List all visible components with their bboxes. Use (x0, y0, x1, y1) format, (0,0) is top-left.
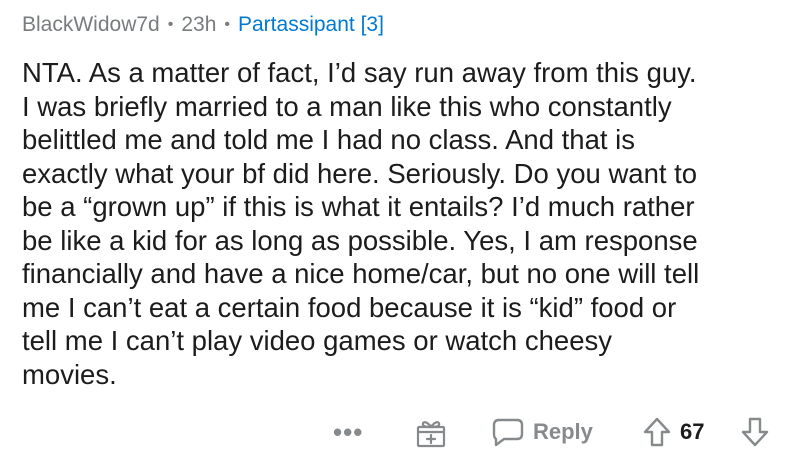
vote-score: 67 (680, 419, 705, 444)
speech-bubble-icon (491, 416, 533, 448)
arrow-up-icon (642, 416, 672, 448)
comment-age[interactable]: 23h (181, 13, 216, 37)
comment-line: movies. (22, 358, 117, 390)
comment-header: BlackWidow7d • 23h • Partassipant [3] (22, 10, 384, 40)
author-username[interactable]: BlackWidow7d (22, 13, 160, 37)
separator-dot: • (224, 16, 230, 33)
arrow-down-icon (740, 416, 770, 448)
comment-action-bar: ••• Reply 67 (0, 412, 800, 452)
more-options-button[interactable]: ••• (333, 412, 363, 452)
upvote-button[interactable] (642, 412, 672, 452)
award-button[interactable] (414, 412, 448, 452)
comment-line: NTA. As a matter of fact, I’d say run aw… (22, 57, 697, 88)
user-flair: Partassipant [3] (238, 13, 384, 36)
comment-line: tell me I can’t play video games or watc… (22, 325, 613, 356)
gift-award-icon (414, 415, 448, 449)
reply-button[interactable]: Reply (491, 412, 593, 452)
downvote-button[interactable] (740, 412, 770, 452)
comment-line: belittled me and told me I had no class.… (22, 124, 636, 155)
separator-dot: • (167, 16, 174, 33)
reply-label: Reply (533, 419, 593, 444)
comment-line: be a “grown up” if this is what it entai… (22, 191, 695, 222)
comment-line: I was briefly married to a man like this… (22, 90, 672, 122)
comment-line: be like a kid for as long as possible. Y… (22, 224, 698, 256)
comment-line: financially and have a nice home/car, bu… (22, 258, 700, 289)
comment-body: NTA. As a matter of fact, I’d say run aw… (22, 56, 792, 391)
comment: BlackWidow7d • 23h • Partassipant [3] NT… (0, 0, 800, 463)
comment-line: me I can’t eat a certain food because it… (22, 291, 677, 323)
comment-line: exactly what your bf did here. Seriously… (22, 157, 698, 189)
